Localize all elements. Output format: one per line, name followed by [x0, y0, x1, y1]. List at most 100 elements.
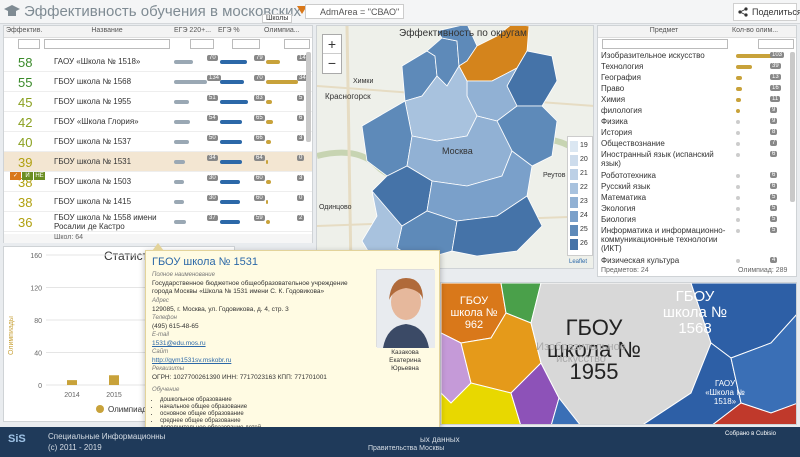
table-row[interactable]: 40 ГБОУ школа № 1537 50 66 3: [4, 132, 312, 152]
director-name: Казакова Екатерина Юрьевна: [389, 349, 421, 372]
subject-row[interactable]: Технология 39: [598, 62, 796, 71]
subject-row[interactable]: Информатика и информационно-коммуникацио…: [598, 226, 796, 253]
treemap-cell-1568[interactable]: ГБОУ школа № 1568: [653, 289, 737, 337]
filter-input-ege-pct[interactable]: [232, 39, 260, 49]
table-row[interactable]: 39 ГБОУ школа № 1531 34 64 0: [4, 152, 312, 172]
subject-name: Иностранный язык (испанский язык): [601, 150, 714, 168]
subject-row[interactable]: Право 16: [598, 84, 796, 93]
treemap-cell-962[interactable]: ГБОУ школа № 962: [449, 295, 499, 331]
olympiad-bar: [266, 160, 268, 164]
row-actions[interactable]: ✓ И НЕ: [10, 169, 48, 180]
effectiveness-score: 55: [18, 75, 33, 90]
schools-treemap[interactable]: ГБОУ школа № 962 ГБОУ школа № 1955 ГБОУ …: [440, 282, 797, 425]
subject-row[interactable]: Обществознание 7: [598, 139, 796, 148]
subject-name: Экология: [601, 204, 636, 213]
subject-name: Информатика и информационно-коммуникацио…: [601, 226, 726, 253]
subject-row[interactable]: Робототехника 6: [598, 171, 796, 180]
schools-count: Школ: 64: [4, 234, 312, 243]
ege220-bar: [174, 120, 190, 124]
olympiad-bar: [266, 80, 298, 84]
olympiad-count-bar: [736, 109, 740, 113]
legend-swatch: [570, 225, 578, 236]
filter-input-ege220[interactable]: [190, 39, 214, 49]
col-olympiad-count[interactable]: Кол-во олим...: [730, 26, 796, 38]
map-label: Москва: [442, 146, 473, 156]
zoom-out-button[interactable]: −: [323, 54, 341, 72]
col-olympiads[interactable]: Олимпиа...: [262, 26, 312, 38]
ege-pct-bar: [220, 60, 247, 64]
subject-row[interactable]: Экология 5: [598, 204, 796, 213]
ege220-value: 50: [207, 135, 218, 141]
olympiad-count: 5: [770, 227, 778, 233]
filter-input-effectiveness[interactable]: [18, 39, 40, 49]
table-row[interactable]: 42 ГБОУ «Школа Глория» 54 65 6: [4, 112, 312, 132]
subject-row[interactable]: Химия 11: [598, 95, 796, 104]
bar-2014[interactable]: [67, 380, 77, 385]
accept-icon[interactable]: ✓: [10, 172, 21, 180]
map-label: Одинцово: [319, 204, 352, 211]
ege-pct-value: 83: [254, 95, 265, 101]
zoom-in-button[interactable]: +: [323, 35, 341, 54]
bar-2015[interactable]: [109, 375, 119, 385]
filter-input-name[interactable]: [44, 39, 170, 49]
zoom-control[interactable]: + −: [322, 34, 342, 74]
col-name[interactable]: Название: [42, 26, 172, 38]
ege220-value: 30: [207, 175, 218, 181]
subjects-scrollbar[interactable]: [790, 52, 795, 202]
olympiad-value: 2: [297, 215, 305, 221]
table-scrollbar[interactable]: [306, 52, 311, 142]
subject-row[interactable]: Иностранный язык (испанский язык) 6: [598, 150, 796, 168]
ege220-bar: [174, 180, 184, 184]
filter-input-olympiads[interactable]: [284, 39, 310, 49]
table-row[interactable]: 38 ГБОУ школа № 1503 30 60 3: [4, 172, 312, 192]
subject-row[interactable]: Физическая культура 4: [598, 256, 796, 265]
ege220-value: 34: [207, 155, 218, 161]
subject-name: Математика: [601, 193, 647, 202]
district-map[interactable]: Эффективность по округам + − Красногорск…: [316, 25, 594, 269]
table-row[interactable]: 45 ГБОУ школа № 1955 51 83 5: [4, 92, 312, 112]
phone-label: Телефон: [152, 315, 177, 321]
not-button[interactable]: НЕ: [34, 172, 45, 180]
ege-pct-value: 66: [254, 135, 265, 141]
subject-row[interactable]: Русский язык 6: [598, 182, 796, 191]
site-link[interactable]: http://gym1531sv.mskobr.ru: [152, 357, 367, 365]
treemap-cell-1518[interactable]: ГАОУ «Школа № 1518»: [703, 379, 747, 406]
map-label: Реутов: [543, 172, 566, 179]
cubisio-badge[interactable]: Собрано в Cubisio: [725, 431, 797, 453]
footer: SiS Специальные Информационны (с) 2011 -…: [0, 427, 800, 457]
subject-row[interactable]: Математика 5: [598, 193, 796, 202]
subject-name: Обществознание: [601, 139, 665, 148]
active-filter[interactable]: AdmArea = "СВАО": [305, 4, 405, 19]
subject-name: Физика: [601, 117, 628, 126]
olympiad-count-bar: [736, 87, 742, 91]
table-row[interactable]: 38 ГБОУ школа № 1415 30 60 0: [4, 192, 312, 212]
subject-row[interactable]: География 13: [598, 73, 796, 82]
olympiad-count-bar: [736, 65, 752, 69]
col-effectiveness[interactable]: Эффектив...: [4, 26, 42, 38]
col-subject[interactable]: Предмет: [598, 26, 730, 38]
ege220-bar: [174, 220, 186, 224]
and-button[interactable]: И: [22, 172, 33, 180]
email-link[interactable]: 1531@edu.mos.ru: [152, 340, 367, 348]
olympiad-value: 3: [297, 175, 305, 181]
subject-row[interactable]: филология 9: [598, 106, 796, 115]
subject-row[interactable]: Изобразительное искусство 103: [598, 51, 796, 60]
table-row[interactable]: 36 ГБОУ школа № 1558 имени Росалии де Кас…: [4, 212, 312, 232]
olympiad-count-bar: [736, 120, 740, 124]
subject-row[interactable]: Биология 5: [598, 215, 796, 224]
olympiad-count-bar: [736, 98, 741, 102]
leaflet-attribution[interactable]: Leaflet: [569, 259, 587, 265]
table-row[interactable]: 55 ГБОУ школа № 1568 134 70 34: [4, 72, 312, 92]
school-name: ГБОУ школа № 1955: [54, 97, 132, 106]
filter-input-count[interactable]: [758, 39, 794, 49]
olympiad-count: 6: [770, 172, 778, 178]
filter-input-subject[interactable]: [602, 39, 728, 49]
table-row[interactable]: 58 ГАОУ «Школа № 1518» 70 79 14: [4, 52, 312, 72]
subject-row[interactable]: Физика 9: [598, 117, 796, 126]
subject-name: Биология: [601, 215, 636, 224]
olympiads-count: Олимпиад: 289: [738, 267, 788, 274]
olympiad-bar: [266, 140, 271, 144]
col-ege220[interactable]: ЕГЭ 220+...: [172, 26, 216, 38]
col-ege-pct[interactable]: ЕГЭ %: [216, 26, 262, 38]
subject-row[interactable]: История 8: [598, 128, 796, 137]
